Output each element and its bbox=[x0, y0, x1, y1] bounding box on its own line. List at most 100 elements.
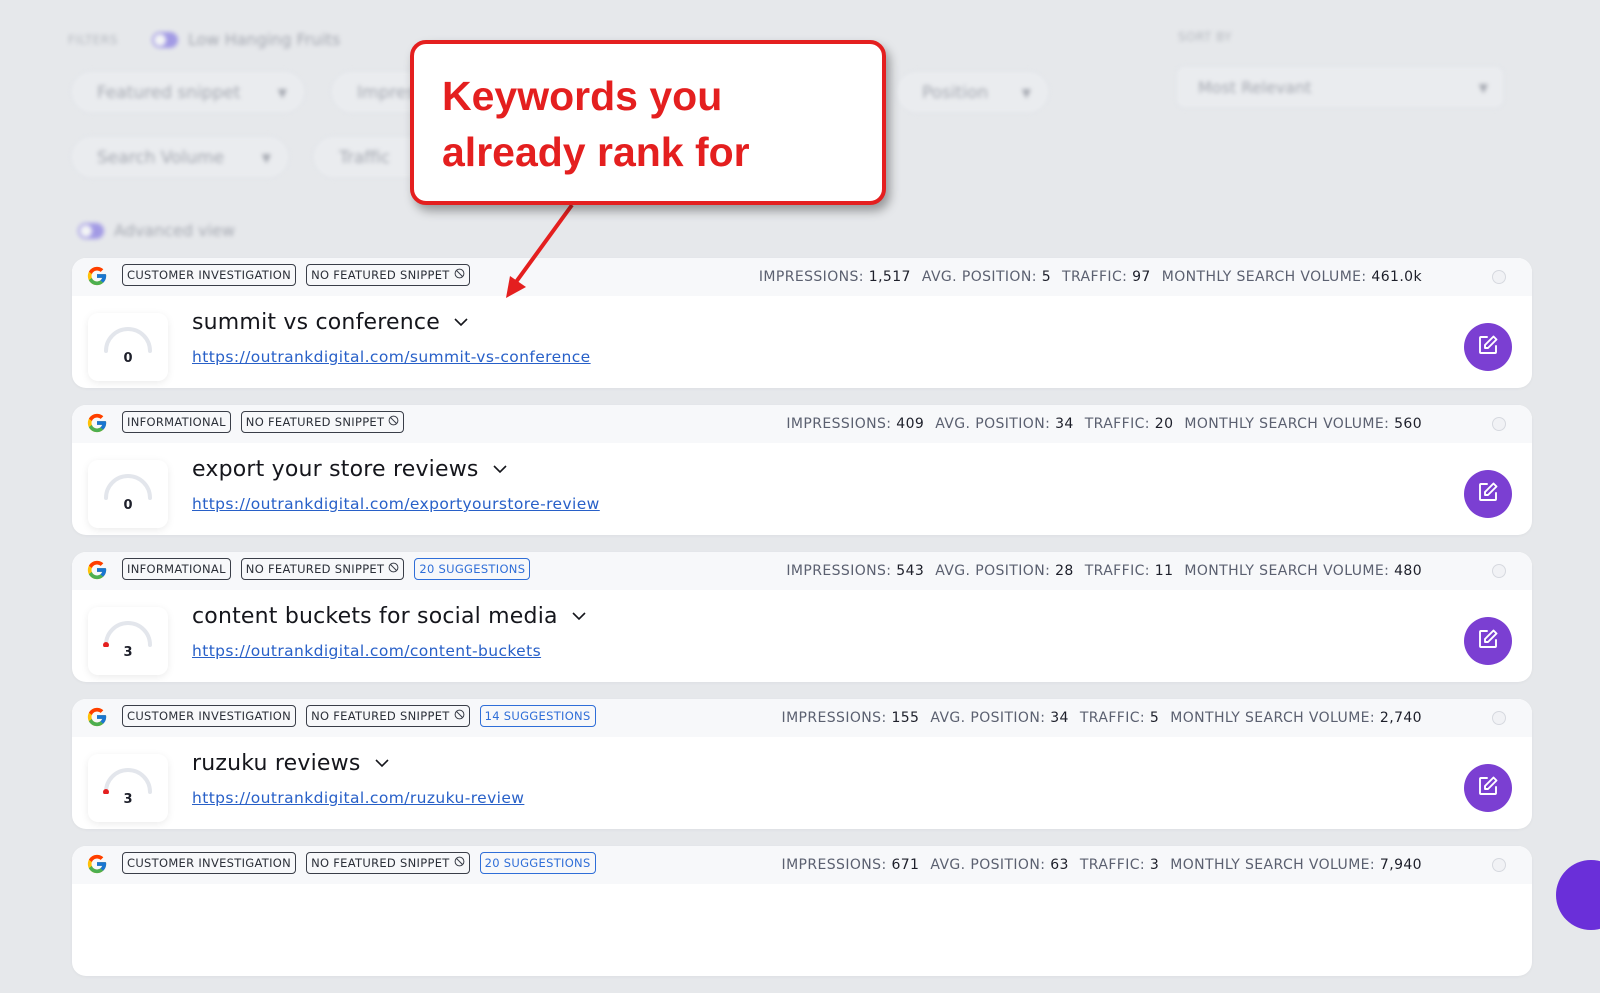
callout-text: Keywords you already rank for bbox=[442, 73, 750, 175]
impressions-value: 671 bbox=[891, 857, 920, 873]
keyword-card-header: CUSTOMER INVESTIGATION NO FEATURED SNIPPE… bbox=[72, 846, 1532, 884]
search-volume-value: 7,940 bbox=[1379, 857, 1422, 873]
chevron-down-icon[interactable] bbox=[454, 310, 468, 335]
impressions-value: 155 bbox=[891, 710, 920, 726]
edit-button[interactable] bbox=[1464, 764, 1512, 812]
search-volume-filter[interactable]: Search Volume ▼ bbox=[70, 135, 290, 179]
keyword-list: CUSTOMER INVESTIGATION NO FEATURED SNIPPE… bbox=[72, 258, 1532, 993]
traffic-value: 5 bbox=[1149, 710, 1160, 726]
edit-icon bbox=[1476, 627, 1500, 655]
keyword-url-link[interactable]: https://outrankdigital.com/ruzuku-review bbox=[192, 789, 524, 807]
edit-icon bbox=[1476, 333, 1500, 361]
keyword-card: CUSTOMER INVESTIGATION NO FEATURED SNIPPE… bbox=[72, 258, 1532, 388]
content-score-gauge: 0 bbox=[88, 313, 168, 381]
search-volume-value: 480 bbox=[1394, 563, 1422, 579]
edit-icon bbox=[1476, 774, 1500, 802]
no-featured-snippet-tag: NO FEATURED SNIPPET bbox=[306, 852, 470, 874]
select-radio[interactable] bbox=[1492, 858, 1506, 872]
avg-position-value: 34 bbox=[1050, 710, 1069, 726]
keyword-card-header: INFORMATIONAL NO FEATURED SNIPPET IMPRESSI… bbox=[72, 405, 1532, 443]
keyword-url-link[interactable]: https://outrankdigital.com/content-bucke… bbox=[192, 642, 541, 660]
keyword-title[interactable]: export your store reviews bbox=[192, 457, 507, 482]
keyword-card: CUSTOMER INVESTIGATION NO FEATURED SNIPPE… bbox=[72, 846, 1532, 976]
ban-icon bbox=[454, 853, 465, 873]
suggestions-tag[interactable]: 20 SUGGESTIONS bbox=[414, 558, 531, 580]
content-score-value: 3 bbox=[123, 792, 133, 807]
no-featured-snippet-tag: NO FEATURED SNIPPET bbox=[306, 264, 470, 286]
keyword-card: CUSTOMER INVESTIGATION NO FEATURED SNIPPE… bbox=[72, 699, 1532, 829]
intent-tag: CUSTOMER INVESTIGATION bbox=[122, 264, 297, 286]
edit-button[interactable] bbox=[1464, 323, 1512, 371]
no-featured-snippet-tag: NO FEATURED SNIPPET bbox=[306, 705, 470, 727]
traffic-value: 97 bbox=[1132, 269, 1151, 285]
chevron-down-icon[interactable] bbox=[493, 457, 507, 482]
keyword-metrics: IMPRESSIONS: 155 AVG. POSITION: 34 TRAFFIC… bbox=[781, 710, 1422, 726]
search-volume-value: 560 bbox=[1394, 416, 1422, 432]
select-radio[interactable] bbox=[1492, 417, 1506, 431]
content-score-value: 3 bbox=[123, 645, 133, 660]
intent-tag: INFORMATIONAL bbox=[122, 411, 231, 433]
no-featured-snippet-tag: NO FEATURED SNIPPET bbox=[240, 411, 405, 433]
edit-button[interactable] bbox=[1464, 617, 1512, 665]
search-volume-value: 461.0k bbox=[1371, 269, 1422, 285]
keyword-card: INFORMATIONAL NO FEATURED SNIPPET 20 SUGGE… bbox=[72, 552, 1532, 682]
impressions-value: 1,517 bbox=[868, 269, 911, 285]
traffic-value: 3 bbox=[1149, 857, 1160, 873]
search-volume-value: 2,740 bbox=[1379, 710, 1422, 726]
content-score-value: 0 bbox=[123, 498, 133, 513]
sort-label: SORT BY bbox=[1178, 30, 1233, 44]
keyword-title[interactable]: content buckets for social media bbox=[192, 604, 586, 629]
ban-icon bbox=[454, 265, 465, 285]
avg-position-value: 63 bbox=[1050, 857, 1069, 873]
advanced-view-toggle[interactable] bbox=[78, 223, 104, 239]
content-score-gauge: 0 bbox=[88, 460, 168, 528]
keyword-card-header: INFORMATIONAL NO FEATURED SNIPPET 20 SUGGE… bbox=[72, 552, 1532, 590]
position-filter[interactable]: Position ▼ bbox=[895, 70, 1050, 114]
chevron-down-icon[interactable] bbox=[374, 751, 389, 776]
keyword-card: INFORMATIONAL NO FEATURED SNIPPET IMPRESSI… bbox=[72, 405, 1532, 535]
advanced-view-label: Advanced view bbox=[114, 221, 235, 240]
avg-position-value: 28 bbox=[1055, 563, 1074, 579]
google-icon bbox=[86, 559, 108, 581]
select-radio[interactable] bbox=[1492, 564, 1506, 578]
edit-icon bbox=[1476, 480, 1500, 508]
intent-tag: INFORMATIONAL bbox=[122, 558, 231, 580]
keyword-card-header: CUSTOMER INVESTIGATION NO FEATURED SNIPPE… bbox=[72, 699, 1532, 737]
keyword-metrics: IMPRESSIONS: 671 AVG. POSITION: 63 TRAFFIC… bbox=[781, 857, 1422, 873]
keyword-card-header: CUSTOMER INVESTIGATION NO FEATURED SNIPPE… bbox=[72, 258, 1532, 296]
content-score-value: 0 bbox=[123, 351, 133, 366]
low-hanging-label: Low Hanging Fruits bbox=[188, 30, 341, 49]
keyword-url-link[interactable]: https://outrankdigital.com/exportyoursto… bbox=[192, 495, 600, 513]
chat-widget-button[interactable] bbox=[1556, 860, 1600, 930]
keyword-url-link[interactable]: https://outrankdigital.com/summit-vs-con… bbox=[192, 348, 591, 366]
keyword-title[interactable]: summit vs conference bbox=[192, 310, 468, 335]
traffic-value: 20 bbox=[1154, 416, 1174, 432]
edit-button[interactable] bbox=[1464, 470, 1512, 518]
low-hanging-toggle[interactable] bbox=[152, 32, 178, 48]
sort-select[interactable]: Most Relevant ▼ bbox=[1175, 65, 1505, 109]
select-radio[interactable] bbox=[1492, 270, 1506, 284]
chevron-down-icon[interactable] bbox=[572, 604, 586, 629]
suggestions-tag[interactable]: 20 SUGGESTIONS bbox=[479, 852, 596, 874]
suggestions-tag[interactable]: 14 SUGGESTIONS bbox=[479, 705, 596, 727]
impressions-value: 543 bbox=[896, 563, 925, 579]
google-icon bbox=[86, 265, 108, 287]
ban-icon bbox=[388, 412, 399, 432]
impressions-value: 409 bbox=[896, 416, 925, 432]
keyword-title[interactable]: ruzuku reviews bbox=[192, 751, 389, 776]
ban-icon bbox=[454, 706, 465, 726]
google-icon bbox=[86, 853, 108, 875]
featured-snippet-filter[interactable]: Featured snippet ▼ bbox=[70, 70, 306, 114]
select-radio[interactable] bbox=[1492, 711, 1506, 725]
avg-position-value: 5 bbox=[1041, 269, 1052, 285]
traffic-value: 11 bbox=[1154, 563, 1174, 579]
keyword-metrics: IMPRESSIONS: 1,517 AVG. POSITION: 5 TRAFFI… bbox=[758, 269, 1422, 285]
google-icon bbox=[86, 412, 108, 434]
keyword-metrics: IMPRESSIONS: 409 AVG. POSITION: 34 TRAFFIC… bbox=[786, 416, 1422, 432]
callout-box: Keywords you already rank for bbox=[410, 40, 886, 205]
google-icon bbox=[86, 706, 108, 728]
avg-position-value: 34 bbox=[1055, 416, 1074, 432]
keyword-metrics: IMPRESSIONS: 543 AVG. POSITION: 28 TRAFFIC… bbox=[786, 563, 1422, 579]
content-score-gauge: 3 bbox=[88, 754, 168, 822]
ban-icon bbox=[388, 559, 399, 579]
